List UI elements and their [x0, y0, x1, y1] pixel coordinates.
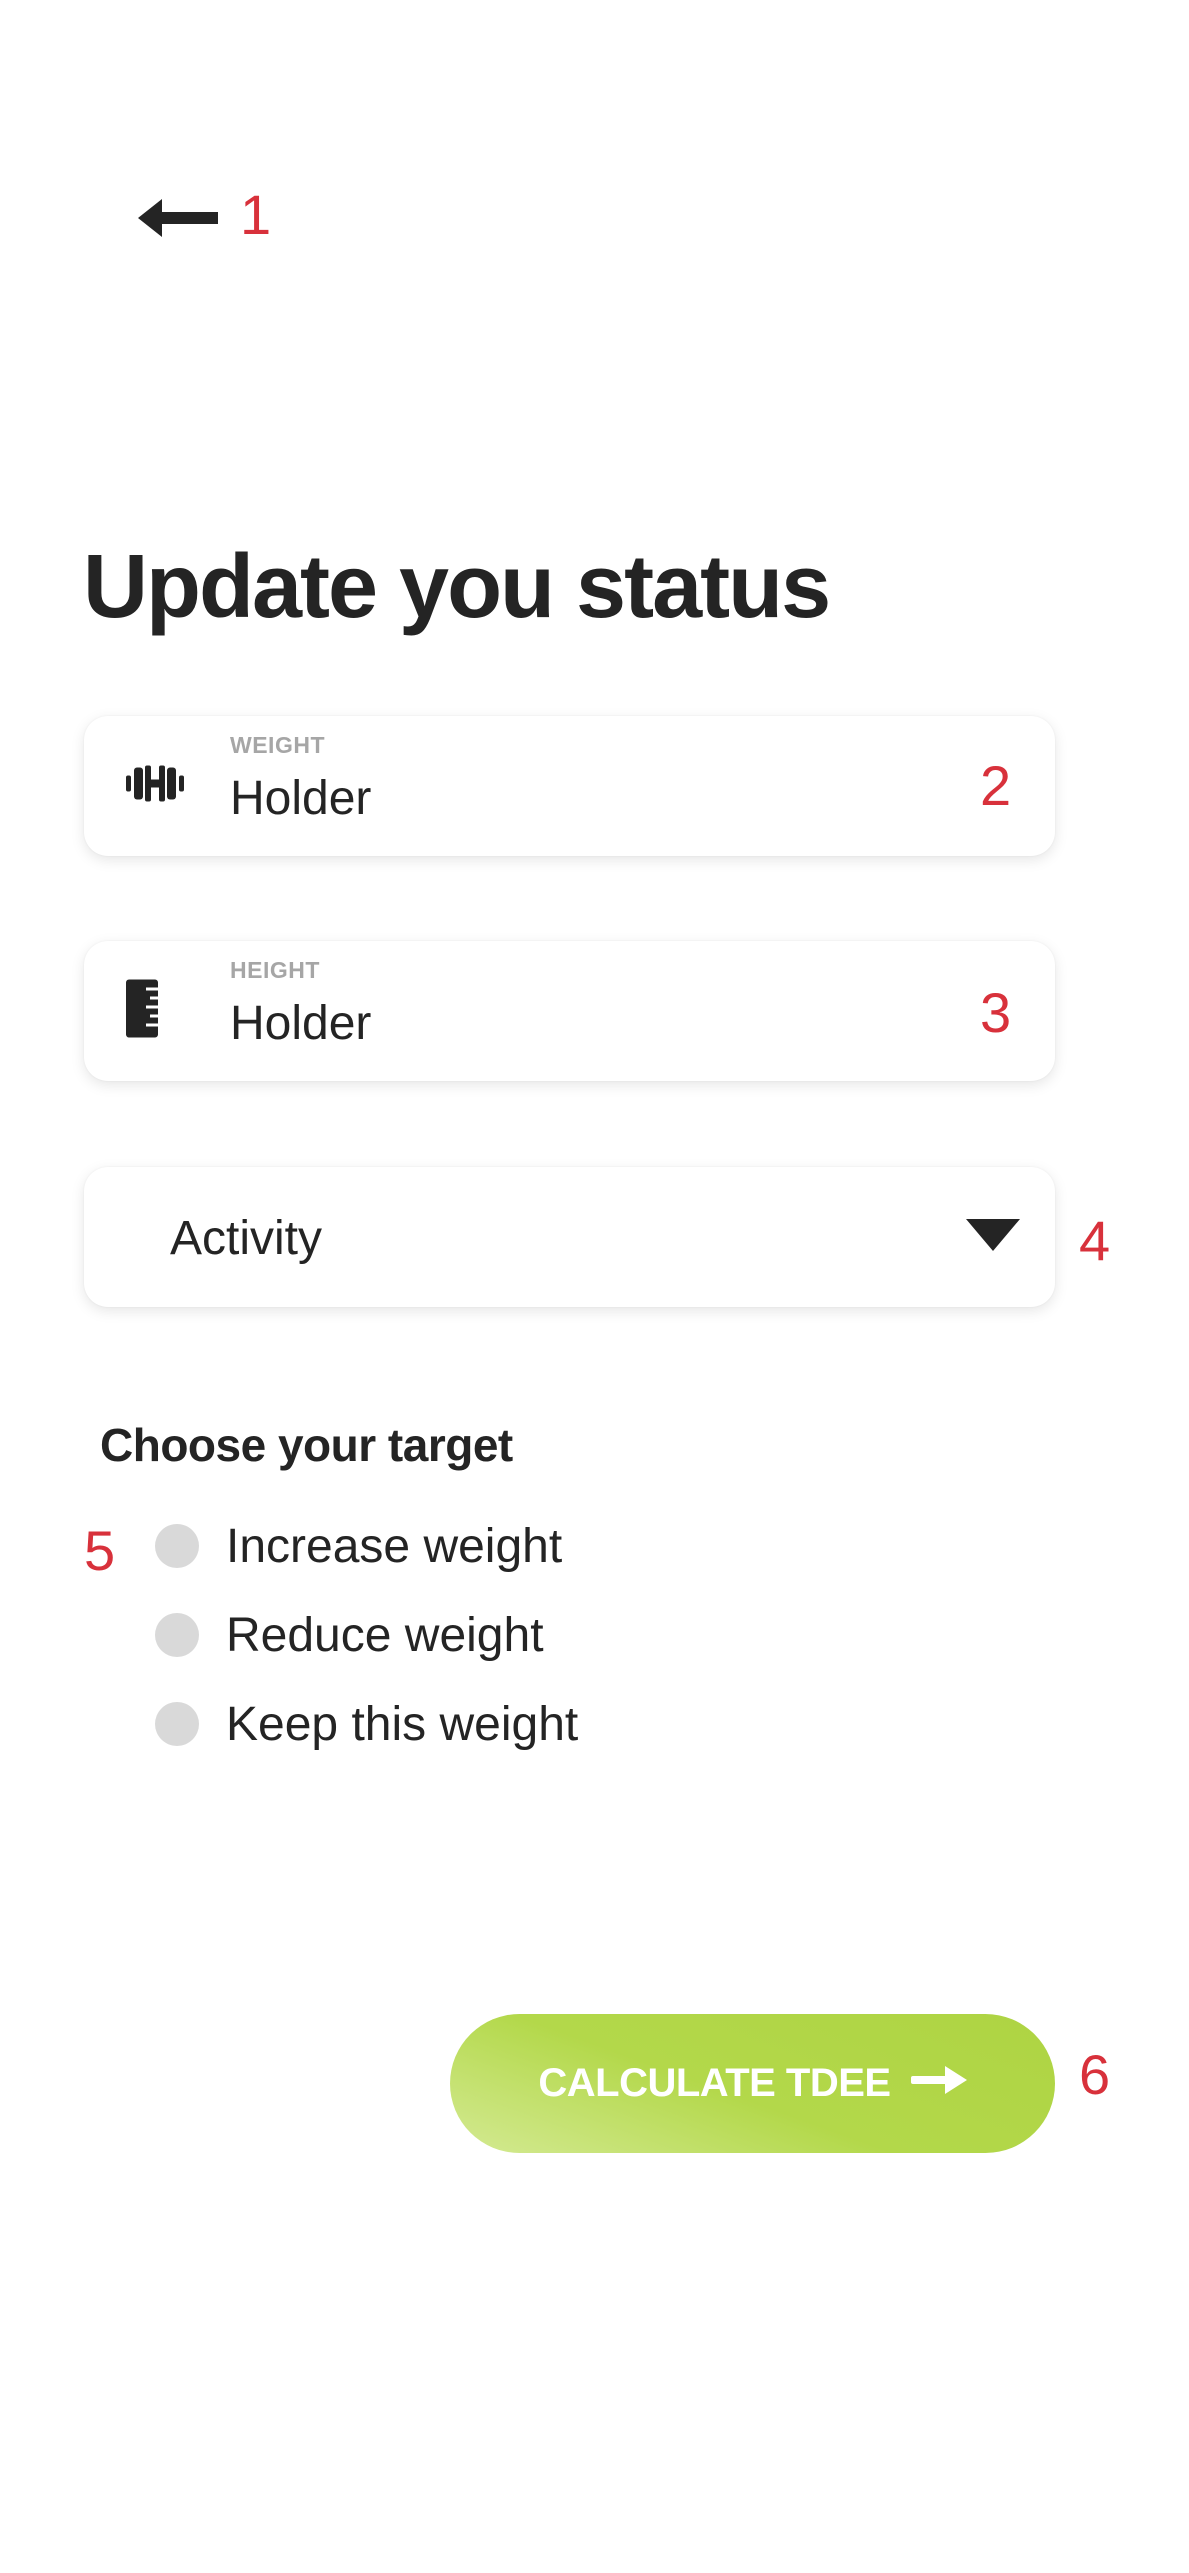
height-field-label: HEIGHT — [230, 957, 320, 983]
weight-field-label: WEIGHT — [230, 732, 325, 758]
radio-button[interactable] — [155, 1702, 199, 1746]
annotation-marker-5: 5 — [84, 1519, 116, 1582]
caret-down-icon — [966, 1219, 1020, 1256]
arrow-right-icon — [910, 2061, 967, 2106]
radio-option-increase-weight[interactable]: Increase weight — [155, 1516, 578, 1576]
arrow-left-icon — [138, 199, 218, 237]
annotation-marker-4: 4 — [1079, 1209, 1111, 1272]
annotation-marker-1: 1 — [240, 183, 272, 246]
annotation-marker-2: 2 — [980, 754, 1012, 817]
back-button[interactable] — [138, 195, 218, 241]
ruler-icon — [126, 979, 158, 1043]
activity-select[interactable]: Activity — [84, 1167, 1055, 1307]
weight-field[interactable]: WEIGHT — [84, 716, 1055, 856]
height-field[interactable]: HEIGHT — [84, 941, 1055, 1081]
page-title: Update you status — [83, 537, 831, 637]
weight-input[interactable] — [230, 771, 870, 827]
target-section-title: Choose your target — [100, 1419, 513, 1471]
annotation-marker-3: 3 — [980, 981, 1012, 1044]
activity-select-value: Activity — [170, 1212, 323, 1265]
radio-button[interactable] — [155, 1524, 199, 1568]
radio-label: Keep this weight — [226, 1697, 579, 1751]
radio-option-keep-weight[interactable]: Keep this weight — [155, 1694, 578, 1754]
radio-label: Reduce weight — [226, 1608, 544, 1662]
calculate-tdee-button[interactable]: CALCULATE TDEE — [450, 2014, 1055, 2153]
calculate-tdee-label: CALCULATE TDEE — [538, 2061, 891, 2105]
radio-option-reduce-weight[interactable]: Reduce weight — [155, 1605, 578, 1665]
radio-button[interactable] — [155, 1613, 199, 1657]
dumbbell-icon — [126, 764, 184, 809]
radio-label: Increase weight — [226, 1519, 563, 1573]
annotation-marker-6: 6 — [1079, 2043, 1111, 2106]
target-radio-group: Increase weight Reduce weight Keep this … — [155, 1516, 578, 1783]
height-input[interactable] — [230, 996, 870, 1052]
